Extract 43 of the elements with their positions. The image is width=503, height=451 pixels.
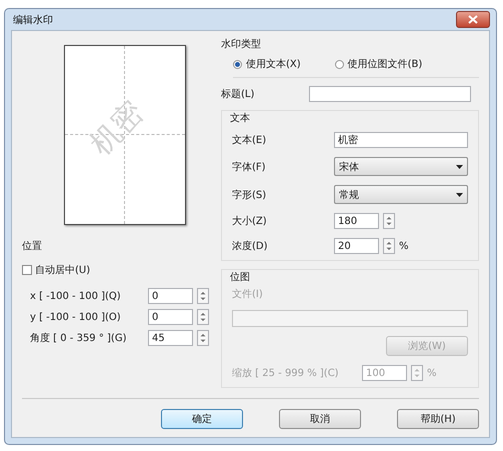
spinner-icon[interactable] [383, 213, 395, 229]
field-label: 大小(Z) [232, 214, 268, 228]
window-title: 编辑水印 [12, 14, 53, 26]
checkbox-label: 自动居中(U) [35, 264, 90, 277]
field-label: 浓度(D) [232, 240, 269, 253]
caret-icon [456, 192, 463, 196]
number-field[interactable]: 20 [334, 238, 379, 254]
number-field[interactable]: 0 [148, 309, 193, 325]
dialog-button[interactable]: 帮助(H) [397, 409, 479, 429]
radio-button[interactable]: 使用位图文件(B) [334, 57, 422, 71]
close-icon [468, 15, 478, 24]
number-field[interactable]: 45 [148, 330, 193, 346]
group-label: 文本 [230, 112, 251, 125]
field-label: 缩放 [ 25 - 999 % ](C) [232, 366, 340, 380]
dropdown[interactable]: 常规 [334, 185, 468, 204]
field-label: 字体(F) [232, 160, 267, 174]
field-label: x [ -100 - 100 ](Q) [30, 290, 122, 302]
field-label: y [ -100 - 100 ](O) [30, 312, 122, 322]
unit-label: % [399, 240, 409, 252]
section-label: 水印类型 [221, 38, 262, 51]
field-label: 角度 [ 0 - 359 ° ](G) [30, 332, 128, 345]
dialog-button[interactable]: 确定 [161, 409, 243, 429]
title-field[interactable] [309, 86, 471, 102]
dialog-button[interactable]: 取消 [279, 409, 361, 429]
spinner-icon[interactable] [197, 330, 209, 346]
radio-button[interactable]: 使用文本(X) [233, 57, 301, 71]
spinner-icon[interactable] [197, 288, 209, 304]
section-label: 位置 [22, 240, 43, 253]
text-field[interactable]: 机密 [334, 132, 468, 148]
checkbox[interactable] [22, 265, 32, 275]
group-label: 位图 [230, 271, 251, 284]
number-field[interactable]: 180 [334, 213, 379, 229]
spinner-icon[interactable] [383, 238, 395, 254]
dropdown[interactable]: 宋体 [334, 157, 468, 176]
field-label: 字形(S) [232, 188, 268, 202]
field-label: 文件(I) [232, 288, 264, 301]
spinner-icon[interactable] [197, 309, 209, 325]
field-label: 标题(L) [221, 88, 256, 101]
field-label: 文本(E) [232, 134, 268, 147]
number-field[interactable]: 0 [148, 288, 193, 304]
unit-label: % [427, 368, 437, 378]
close-button[interactable] [456, 11, 490, 28]
caret-icon [456, 164, 463, 168]
